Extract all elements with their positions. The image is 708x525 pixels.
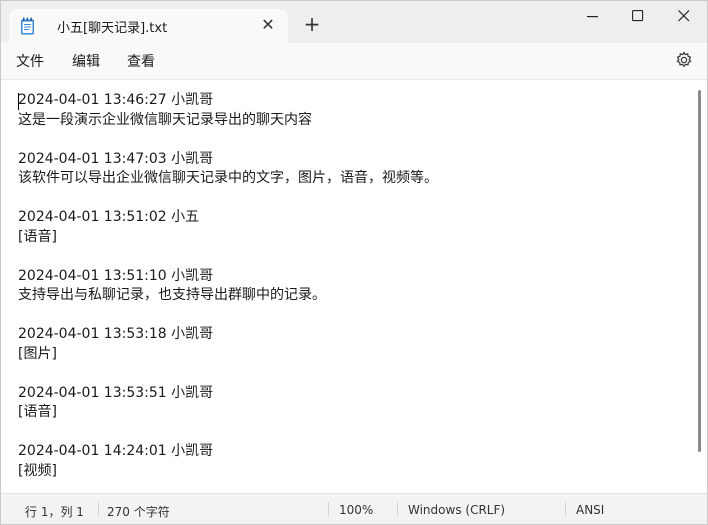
- message-body: [视频]: [18, 462, 57, 479]
- minimize-icon: [587, 16, 598, 18]
- message-header: 2024-04-01 13:51:02 小五: [18, 209, 200, 225]
- list-item: 2024-04-01 13:51:02 小五 [语音]: [18, 208, 688, 247]
- status-divider: [397, 502, 398, 517]
- maximize-icon: [632, 10, 644, 22]
- message-header: 2024-04-01 13:53:18 小凯哥: [18, 326, 214, 342]
- line-ending[interactable]: Windows (CRLF): [408, 503, 505, 517]
- message-header: 2024-04-01 13:46:27 小凯哥: [18, 92, 214, 108]
- close-window-button[interactable]: [661, 1, 707, 31]
- cursor-position: 行 1，列 1: [25, 505, 84, 519]
- tab-title: 小五[聊天记录].txt: [57, 21, 168, 36]
- text-editor[interactable]: 2024-04-01 13:46:27 小凯哥 这是一段演示企业微信聊天记录导出…: [1, 80, 707, 492]
- menu-view[interactable]: 查看: [127, 51, 155, 71]
- title-bar: 小五[聊天记录].txt ✕ +: [1, 1, 707, 43]
- menu-edit[interactable]: 编辑: [72, 51, 100, 71]
- vertical-scrollbar[interactable]: [698, 90, 701, 452]
- list-item: 2024-04-01 14:24:01 小凯哥 [视频]: [18, 442, 688, 481]
- tab-close-icon[interactable]: ✕: [259, 16, 277, 34]
- notepad-window: 小五[聊天记录].txt ✕ + 文件 编辑 查看 2024-04-01 13:…: [0, 0, 708, 525]
- maximize-button[interactable]: [615, 1, 661, 31]
- document-content: 2024-04-01 13:46:27 小凯哥 这是一段演示企业微信聊天记录导出…: [18, 91, 688, 492]
- message-header: 2024-04-01 14:24:01 小凯哥: [18, 443, 214, 459]
- list-item: 2024-04-01 13:53:18 小凯哥 [图片]: [18, 325, 688, 364]
- message-header: 2024-04-01 13:53:51 小凯哥: [18, 384, 214, 401]
- list-item: 2024-04-01 13:53:51 小凯哥 [语音]: [18, 384, 688, 423]
- message-body: [语音]: [18, 228, 57, 245]
- message-body: 支持导出与私聊记录，也支持导出群聊中的记录。: [18, 287, 326, 303]
- message-header: 2024-04-01 13:47:03 小凯哥: [18, 150, 214, 167]
- list-item: 2024-04-01 13:51:10 小凯哥 支持导出与私聊记录，也支持导出群…: [18, 267, 688, 306]
- list-item: 2024-04-01 13:47:03 小凯哥 该软件可以导出企业微信聊天记录中…: [18, 150, 688, 189]
- zoom-level[interactable]: 100%: [339, 503, 373, 517]
- new-tab-icon[interactable]: +: [301, 14, 323, 36]
- document-tab[interactable]: 小五[聊天记录].txt ✕: [9, 9, 288, 43]
- message-body: 该软件可以导出企业微信聊天记录中的文字，图片，语音，视频等。: [18, 170, 438, 186]
- status-divider: [98, 502, 99, 517]
- minimize-button[interactable]: [570, 1, 616, 31]
- message-body: [语音]: [18, 404, 57, 420]
- message-body: 这是一段演示企业微信聊天记录导出的聊天内容: [18, 111, 312, 128]
- status-bar: 行 1，列 1 270 个字符 100% Windows (CRLF) ANSI: [1, 493, 707, 524]
- message-header: 2024-04-01 13:51:10 小凯哥: [18, 267, 214, 284]
- text-caret: [18, 93, 19, 110]
- gear-icon[interactable]: [675, 51, 693, 69]
- close-icon: [678, 10, 690, 22]
- menu-bar: 文件 编辑 查看: [1, 43, 707, 80]
- status-divider: [565, 502, 566, 517]
- encoding[interactable]: ANSI: [576, 503, 604, 517]
- menu-file[interactable]: 文件: [16, 51, 44, 71]
- character-count: 270 个字符: [107, 505, 170, 519]
- message-body: [图片]: [18, 345, 57, 362]
- status-divider: [328, 502, 329, 517]
- list-item: 2024-04-01 13:46:27 小凯哥 这是一段演示企业微信聊天记录导出…: [18, 91, 688, 130]
- notepad-icon: [21, 17, 34, 35]
